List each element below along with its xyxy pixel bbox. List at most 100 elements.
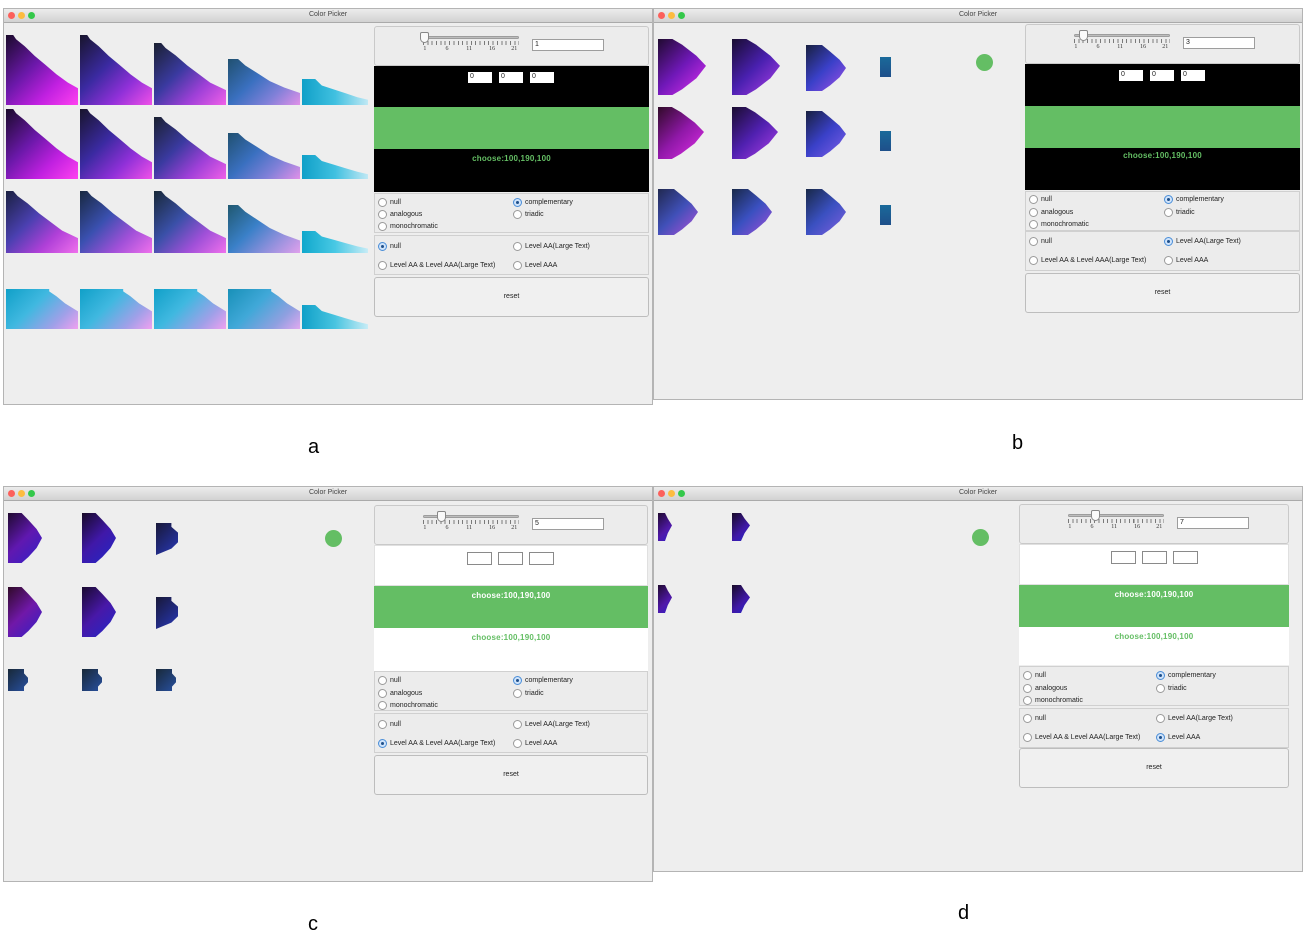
green-field[interactable]: [1142, 551, 1167, 564]
palette-canvas[interactable]: [654, 23, 1022, 399]
swatch-area: 0 0 0 choose:100,190,100: [374, 66, 649, 192]
blue-field[interactable]: [1173, 551, 1198, 564]
color-dot-icon: [972, 529, 989, 546]
chosen-color-band: choose:100,190,100: [1019, 585, 1289, 627]
radio-level-aaa[interactable]: Level AAA: [513, 261, 557, 270]
choose-label: choose:100,190,100: [471, 633, 551, 642]
slider-thumb-icon[interactable]: [420, 32, 429, 43]
radio-level-aaa[interactable]: Level AAA: [1164, 256, 1208, 265]
green-field[interactable]: [498, 552, 523, 565]
green-field[interactable]: 0: [499, 72, 523, 83]
palette-canvas[interactable]: [4, 501, 372, 881]
radio-label: monochromatic: [390, 223, 438, 230]
palette-shape: [658, 107, 704, 159]
radio-label: analogous: [1035, 685, 1068, 692]
slider-value-field[interactable]: 7: [1177, 517, 1249, 529]
red-field[interactable]: [1111, 551, 1136, 564]
radio-triadic[interactable]: triadic: [513, 210, 544, 219]
radio-null[interactable]: null: [1029, 195, 1052, 204]
radio-monochromatic[interactable]: monochromatic: [378, 701, 438, 710]
radio-complementary[interactable]: complementary: [1156, 671, 1216, 680]
palette-canvas[interactable]: [4, 23, 372, 404]
radio-level-null[interactable]: null: [378, 242, 401, 251]
radio-level-null[interactable]: null: [1029, 237, 1052, 246]
choose-label: choose:100,190,100: [472, 154, 551, 163]
radio-monochromatic[interactable]: monochromatic: [378, 222, 438, 231]
red-field[interactable]: 0: [1119, 70, 1143, 81]
palette-shape: [806, 45, 846, 91]
radio-analogous[interactable]: analogous: [378, 210, 422, 219]
radio-monochromatic[interactable]: monochromatic: [1029, 220, 1089, 229]
radio-level-aa-aaa-large[interactable]: Level AA & Level AAA(Large Text): [378, 261, 495, 270]
tick-label: 21: [511, 525, 518, 531]
red-field[interactable]: [467, 552, 492, 565]
reset-button[interactable]: reset: [374, 277, 649, 317]
radio-triadic[interactable]: triadic: [1164, 208, 1195, 217]
slider-box: 1 6 11 16 21 5: [374, 505, 648, 545]
reset-button[interactable]: reset: [1025, 273, 1300, 313]
blue-field[interactable]: 0: [530, 72, 554, 83]
radio-null[interactable]: null: [378, 198, 401, 207]
radio-level-null[interactable]: null: [378, 720, 401, 729]
green-field[interactable]: 0: [1150, 70, 1174, 81]
title-bar[interactable]: Color Picker: [4, 487, 652, 501]
radio-level-aa-large[interactable]: Level AA(Large Text): [1164, 237, 1241, 246]
title-bar[interactable]: Color Picker: [654, 487, 1302, 501]
radio-label: triadic: [1168, 685, 1187, 692]
radio-level-aa-large[interactable]: Level AA(Large Text): [1156, 714, 1233, 723]
radio-icon: [1156, 733, 1165, 742]
radio-triadic[interactable]: triadic: [513, 689, 544, 698]
blue-field[interactable]: [529, 552, 554, 565]
radio-level-null[interactable]: null: [1023, 714, 1046, 723]
radio-complementary[interactable]: complementary: [513, 198, 573, 207]
radio-analogous[interactable]: analogous: [1023, 684, 1067, 693]
slider-thumb-icon[interactable]: [1079, 30, 1088, 41]
radio-triadic[interactable]: triadic: [1156, 684, 1187, 693]
slider-value-field[interactable]: 5: [532, 518, 604, 530]
scheme-group: null complementary analogous triadic mon…: [374, 193, 649, 233]
palette-shape: [154, 191, 226, 253]
radio-icon: [1164, 208, 1173, 217]
radio-level-aaa[interactable]: Level AAA: [513, 739, 557, 748]
window-title: Color Picker: [308, 11, 348, 18]
tick-label: 16: [1140, 44, 1147, 50]
radio-monochromatic[interactable]: monochromatic: [1023, 696, 1083, 705]
size-slider[interactable]: 1 6 11 16 21: [420, 32, 519, 54]
slider-value-field[interactable]: 3: [1183, 37, 1255, 49]
tick-label: 6: [1096, 44, 1100, 50]
palette-shape: [6, 35, 78, 105]
radio-icon: [1023, 671, 1032, 680]
radio-level-aa-large[interactable]: Level AA(Large Text): [513, 720, 590, 729]
radio-null[interactable]: null: [378, 676, 401, 685]
tick-label: 1: [423, 46, 427, 52]
radio-label: complementary: [525, 677, 573, 684]
radio-level-aa-aaa-large[interactable]: Level AA & Level AAA(Large Text): [1023, 733, 1140, 742]
reset-button[interactable]: reset: [374, 755, 648, 795]
radio-level-aa-aaa-large[interactable]: Level AA & Level AAA(Large Text): [378, 739, 495, 748]
title-bar[interactable]: Color Picker: [4, 9, 652, 23]
slider-thumb-icon[interactable]: [1091, 510, 1100, 521]
blue-field[interactable]: 0: [1181, 70, 1205, 81]
radio-analogous[interactable]: analogous: [378, 689, 422, 698]
radio-label: Level AA & Level AAA(Large Text): [1035, 734, 1141, 741]
radio-complementary[interactable]: complementary: [513, 676, 573, 685]
slider-value-field[interactable]: 1: [532, 39, 604, 51]
size-slider[interactable]: 1 6 11 16 21: [1068, 510, 1164, 532]
title-bar[interactable]: Color Picker: [654, 9, 1302, 23]
tick-label: 11: [1117, 44, 1123, 50]
radio-level-aa-aaa-large[interactable]: Level AA & Level AAA(Large Text): [1029, 256, 1146, 265]
slider-thumb-icon[interactable]: [437, 511, 446, 522]
radio-analogous[interactable]: analogous: [1029, 208, 1073, 217]
palette-canvas[interactable]: [654, 501, 1022, 871]
reset-button[interactable]: reset: [1019, 748, 1289, 788]
radio-null[interactable]: null: [1023, 671, 1046, 680]
radio-level-aa-large[interactable]: Level AA(Large Text): [513, 242, 590, 251]
radio-level-aaa[interactable]: Level AAA: [1156, 733, 1200, 742]
top-band: 0 0 0: [374, 66, 649, 107]
radio-label: Level AA & Level AAA(Large Text): [390, 262, 496, 269]
radio-complementary[interactable]: complementary: [1164, 195, 1224, 204]
size-slider[interactable]: 1 6 11 16 21: [1074, 30, 1170, 52]
size-slider[interactable]: 1 6 11 16 21: [423, 511, 519, 533]
red-field[interactable]: 0: [468, 72, 492, 83]
radio-icon: [1164, 237, 1173, 246]
